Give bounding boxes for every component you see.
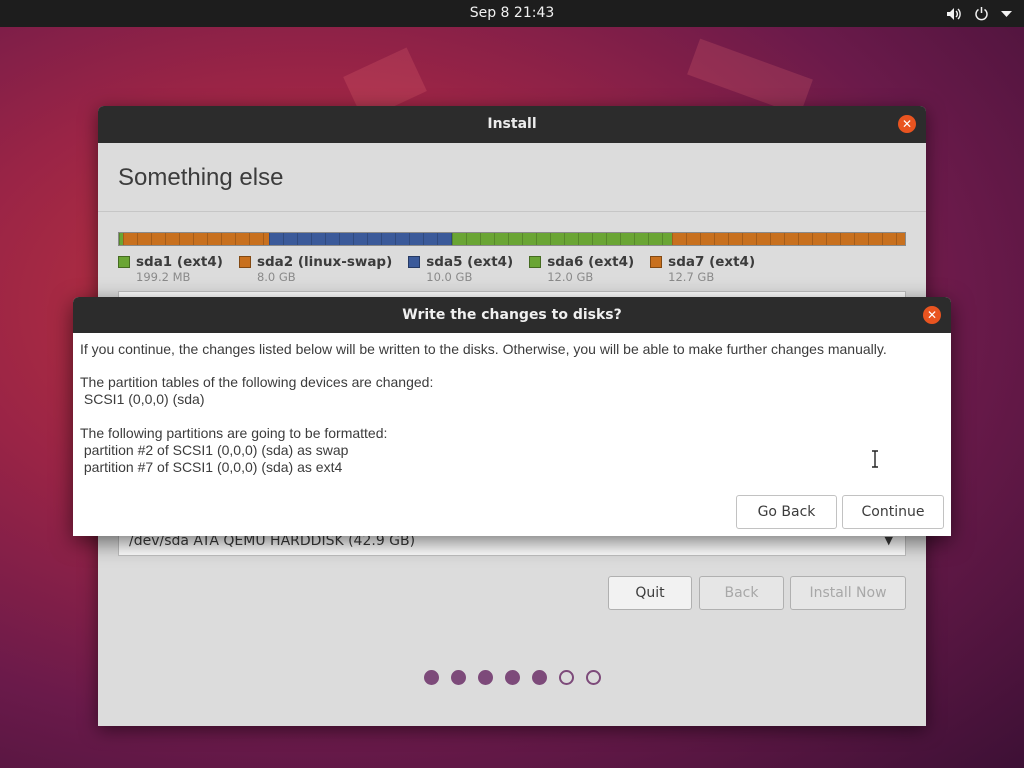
top-bar: Sep 8 21:43	[0, 0, 1024, 27]
partition-segment	[122, 233, 270, 245]
legend-size: 10.0 GB	[426, 270, 473, 284]
format-heading: The following partitions are going to be…	[80, 425, 388, 441]
progress-dots	[98, 670, 926, 685]
legend-item: sda6 (ext4) 12.0 GB	[529, 254, 634, 284]
dialog-title: Write the changes to disks?	[402, 307, 622, 323]
format-item: partition #2 of SCSI1 (0,0,0) (sda) as s…	[80, 442, 349, 458]
legend-name: sda1 (ext4)	[136, 254, 223, 270]
wallpaper-shape	[687, 38, 813, 116]
legend-name: sda7 (ext4)	[668, 254, 756, 270]
partition-segment	[452, 233, 673, 245]
progress-dot	[504, 670, 520, 685]
partition-segment	[269, 233, 453, 245]
system-tray[interactable]	[946, 0, 1012, 27]
legend-swatch	[238, 256, 251, 268]
legend-item: sda7 (ext4) 12.7 GB	[650, 254, 755, 284]
installer-title: Install	[487, 116, 537, 132]
go-back-button[interactable]: Go Back	[736, 495, 837, 529]
install-now-button[interactable]: Install Now	[790, 576, 906, 610]
tables-device: SCSI1 (0,0,0) (sda)	[80, 391, 205, 407]
legend-name: sda2 (linux-swap)	[256, 254, 393, 270]
dialog-close-button[interactable]: ✕	[923, 306, 941, 324]
legend-name: sda6 (ext4)	[547, 254, 635, 270]
text-cursor-icon	[872, 450, 878, 468]
quit-button[interactable]: Quit	[608, 576, 692, 610]
continue-button[interactable]: Continue	[842, 495, 944, 529]
partition-bar	[118, 232, 906, 246]
installer-titlebar[interactable]: Install	[98, 106, 926, 143]
legend-size: 199.2 MB	[136, 270, 191, 284]
progress-dot	[423, 670, 439, 685]
legend-size: 12.7 GB	[668, 270, 715, 284]
chevron-down-icon[interactable]	[1001, 10, 1012, 18]
progress-dot	[450, 670, 466, 685]
volume-icon[interactable]	[946, 7, 962, 21]
legend-swatch	[408, 256, 421, 268]
legend-swatch	[118, 256, 130, 268]
power-icon[interactable]	[974, 6, 989, 21]
partition-legend: sda1 (ext4) 199.2 MB sda2 (linux-swap) 8…	[118, 254, 755, 284]
back-button[interactable]: Back	[699, 576, 784, 610]
write-changes-dialog: Write the changes to disks? ✕ If you con…	[73, 297, 951, 536]
dialog-body: If you continue, the changes listed belo…	[80, 341, 887, 476]
dialog-titlebar[interactable]: Write the changes to disks?	[73, 297, 951, 333]
progress-dot	[477, 670, 493, 685]
format-item: partition #7 of SCSI1 (0,0,0) (sda) as e…	[80, 459, 343, 475]
progress-dot	[531, 670, 547, 685]
legend-swatch	[529, 256, 542, 268]
legend-name: sda5 (ext4)	[426, 254, 514, 270]
legend-item: sda1 (ext4) 199.2 MB	[118, 254, 223, 284]
legend-size: 12.0 GB	[547, 270, 594, 284]
clock[interactable]: Sep 8 21:43	[0, 0, 1024, 27]
tables-heading: The partition tables of the following de…	[80, 374, 434, 390]
legend-item: sda5 (ext4) 10.0 GB	[408, 254, 513, 284]
divider	[98, 211, 926, 212]
legend-swatch	[650, 256, 663, 268]
legend-size: 8.0 GB	[256, 270, 296, 284]
page-title: Something else	[118, 164, 284, 191]
partition-segment	[672, 233, 905, 245]
progress-dot	[558, 670, 574, 685]
installer-close-button[interactable]: ✕	[898, 115, 916, 133]
progress-dot	[585, 670, 601, 685]
legend-item: sda2 (linux-swap) 8.0 GB	[238, 254, 393, 284]
dialog-intro: If you continue, the changes listed belo…	[80, 341, 887, 357]
